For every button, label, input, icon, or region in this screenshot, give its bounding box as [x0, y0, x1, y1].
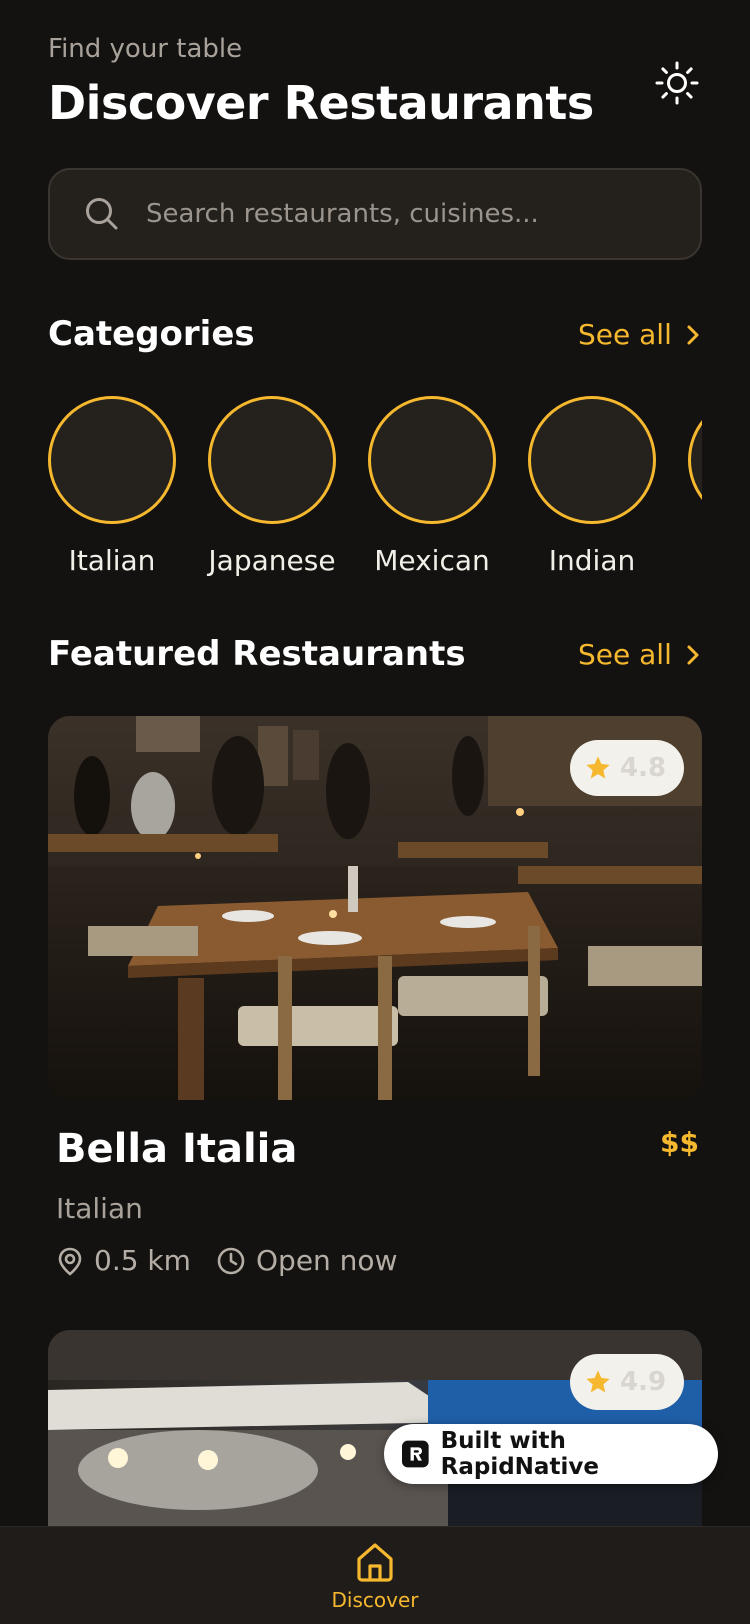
open-status-info: Open now	[216, 1244, 397, 1277]
star-icon	[586, 1370, 610, 1393]
tab-label: Discover	[331, 1588, 419, 1612]
category-image	[528, 396, 656, 524]
category-image	[688, 396, 702, 524]
header-subtitle: Find your table	[48, 34, 243, 64]
see-all-label: See all	[578, 318, 672, 351]
rating-value: 4.9	[620, 1367, 667, 1397]
category-mexican[interactable]: Mexican	[368, 396, 496, 577]
category-image	[368, 396, 496, 524]
home-icon	[357, 1543, 393, 1582]
rating-value: 4.8	[620, 753, 667, 783]
featured-see-all-link[interactable]: See all	[578, 638, 700, 671]
rating-badge: 4.9	[570, 1354, 685, 1410]
badge-label: Built with RapidNative	[440, 1428, 599, 1480]
star-icon	[586, 756, 610, 779]
category-japanese[interactable]: Japanese	[208, 396, 336, 577]
search-icon	[86, 198, 118, 230]
category-label: Japanese	[208, 544, 336, 577]
tab-discover[interactable]: Discover	[320, 1540, 430, 1612]
categories-carousel[interactable]: Italian Japanese Mexican Indian C	[48, 396, 702, 586]
distance-info: 0.5 km	[56, 1244, 191, 1277]
category-indian[interactable]: Indian	[528, 396, 656, 577]
featured-title: Featured Restaurants	[48, 634, 466, 674]
category-label: Mexican	[374, 544, 490, 577]
restaurant-card-image[interactable]: 4.8	[48, 716, 702, 1100]
price-level: $$	[660, 1126, 699, 1159]
categories-see-all-link[interactable]: See all	[578, 318, 700, 351]
clock-icon	[217, 1247, 245, 1274]
built-with-badge[interactable]: Built with RapidNative	[384, 1424, 718, 1484]
restaurant-cuisine: Italian	[56, 1192, 143, 1225]
see-all-label: See all	[578, 638, 672, 671]
search-bar[interactable]	[48, 168, 702, 260]
category-label: C	[688, 544, 702, 577]
rapidnative-logo-icon	[402, 1440, 429, 1468]
open-status: Open now	[256, 1244, 398, 1277]
categories-title: Categories	[48, 314, 255, 354]
restaurant-name[interactable]: Bella Italia	[56, 1126, 297, 1172]
theme-toggle-button[interactable]	[652, 58, 702, 108]
category-partial[interactable]: C	[688, 396, 702, 577]
category-image	[48, 396, 176, 524]
map-pin-icon	[58, 1247, 82, 1276]
distance-value: 0.5 km	[94, 1244, 191, 1277]
page-title: Discover Restaurants	[48, 76, 594, 130]
rating-badge: 4.8	[570, 740, 685, 796]
chevron-right-icon	[687, 325, 699, 344]
category-label: Indian	[548, 544, 636, 577]
search-input[interactable]	[146, 199, 700, 229]
category-italian[interactable]: Italian	[48, 396, 176, 577]
sun-icon	[655, 61, 699, 105]
chevron-right-icon	[687, 645, 699, 664]
category-image	[208, 396, 336, 524]
category-label: Italian	[68, 544, 156, 577]
